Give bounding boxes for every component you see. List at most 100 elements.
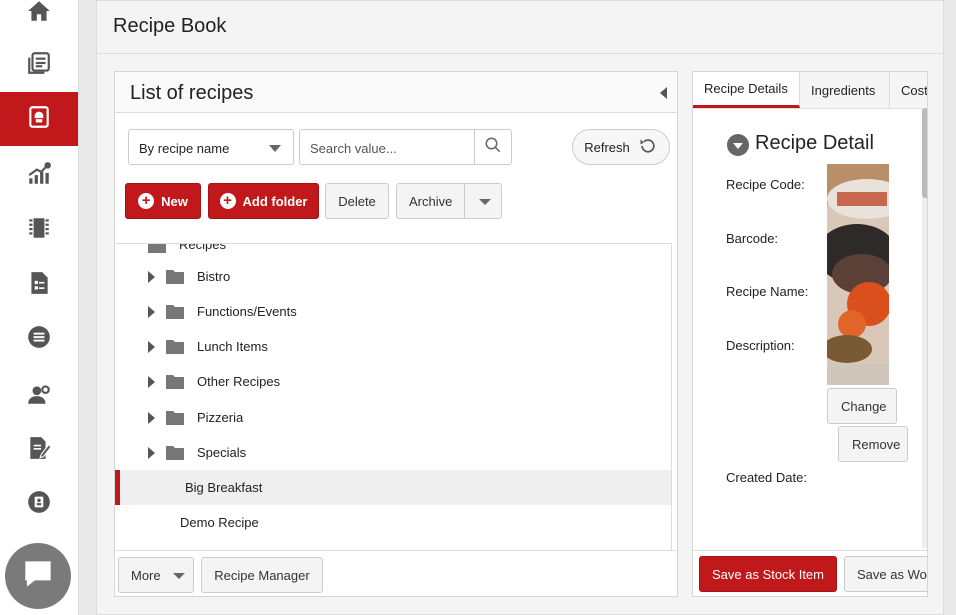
folder-label: Other Recipes [197, 374, 281, 389]
recipe-manager-button[interactable]: Recipe Manager [201, 557, 323, 593]
recipe-demo-recipe[interactable]: Demo Recipe [115, 505, 671, 540]
remove-photo-button[interactable]: Remove [838, 426, 908, 462]
change-label: Change [841, 398, 887, 414]
recipe-detail-title: Recipe Detail [755, 132, 874, 154]
edit-document-icon [26, 435, 52, 466]
collapse-icon[interactable] [660, 87, 667, 99]
more-button[interactable]: More [118, 557, 194, 593]
expand-icon[interactable] [148, 412, 155, 424]
filter-select[interactable]: By recipe name [128, 129, 294, 165]
list-footer: More Recipe Manager [115, 550, 677, 597]
nav-home[interactable] [0, 0, 78, 40]
expand-icon[interactable] [148, 376, 155, 388]
folder-other-recipes[interactable]: Other Recipes [115, 364, 671, 399]
folder-icon [148, 244, 166, 253]
nav-list[interactable] [0, 312, 78, 366]
collapse-section-icon[interactable] [727, 134, 749, 156]
plus-icon: + [219, 193, 236, 209]
nav-document-form[interactable] [0, 258, 78, 312]
tab-label: Cost [901, 82, 928, 98]
detail-tabs: Recipe Details Ingredients Cost [693, 72, 928, 109]
recipe-tree: Recipes Bistro Functions/Events Lunch It… [115, 243, 671, 551]
save-stock-item-button[interactable]: Save as Stock Item [699, 556, 837, 592]
remove-label: Remove [852, 436, 901, 452]
recipe-detail-panel: Recipe Details Ingredients Cost Recipe D… [692, 71, 928, 597]
tab-recipe-details[interactable]: Recipe Details [693, 72, 800, 108]
search-icon [484, 136, 502, 159]
expand-icon[interactable] [148, 447, 155, 459]
film-strip-icon [26, 215, 52, 246]
add-folder-button[interactable]: + Add folder [208, 183, 319, 219]
sidebar [0, 0, 79, 615]
folder-label: Specials [197, 445, 247, 460]
expand-icon[interactable] [148, 271, 155, 283]
folder-icon [166, 375, 184, 389]
folder-icon [166, 340, 184, 354]
delete-label: Delete [338, 193, 376, 209]
archive-button[interactable]: Archive [396, 183, 502, 219]
chevron-down-icon[interactable] [479, 199, 491, 205]
folder-lunch-items[interactable]: Lunch Items [115, 329, 671, 364]
tab-ingredients[interactable]: Ingredients [800, 72, 890, 108]
expand-icon[interactable] [148, 341, 155, 353]
folder-icon [166, 446, 184, 460]
nav-recipe-book[interactable] [0, 92, 78, 146]
folder-label: Pizzeria [197, 410, 244, 425]
plus-icon: + [138, 193, 155, 209]
recipe-code-label: Recipe Code: [726, 177, 805, 192]
folder-pizzeria[interactable]: Pizzeria [115, 400, 671, 435]
new-label: New [161, 193, 188, 209]
tree-root-label: Recipes [179, 243, 226, 252]
tab-cost[interactable]: Cost [890, 72, 928, 108]
chat-bubble-icon [19, 555, 57, 598]
tree-scrollbar[interactable] [671, 243, 672, 550]
folder-bistro[interactable]: Bistro [115, 259, 671, 294]
expand-icon[interactable] [148, 306, 155, 318]
chat-button[interactable] [5, 543, 71, 609]
folder-functions-events[interactable]: Functions/Events [115, 294, 671, 329]
save-work-button[interactable]: Save as Work [844, 556, 927, 592]
document-form-icon [26, 270, 52, 301]
folder-specials[interactable]: Specials [115, 435, 671, 470]
nav-contact[interactable] [0, 477, 78, 531]
nav-chart[interactable] [0, 149, 78, 203]
home-icon [26, 0, 52, 29]
detail-footer: Save as Stock Item Save as Work [693, 550, 927, 596]
refresh-button[interactable]: Refresh [572, 129, 670, 165]
folder-icon [166, 411, 184, 425]
nav-user-settings[interactable] [0, 369, 78, 423]
search-box [299, 129, 512, 165]
recipe-book-icon [26, 104, 52, 135]
search-button[interactable] [474, 130, 511, 164]
main-content: Recipe Book List of recipes By recipe na… [96, 0, 944, 615]
save-stock-label: Save as Stock Item [712, 566, 824, 582]
chart-dollar-icon [26, 161, 52, 192]
barcode-label: Barcode: [726, 231, 779, 246]
nav-film[interactable] [0, 203, 78, 257]
save-work-label: Save as Work [857, 566, 927, 582]
recipe-photo [827, 164, 889, 385]
nav-book-list[interactable] [0, 38, 78, 92]
recipe-big-breakfast[interactable]: Big Breakfast [115, 470, 671, 505]
page-header: Recipe Book [97, 1, 943, 54]
more-label: More [131, 567, 161, 583]
refresh-icon [638, 136, 658, 159]
folder-icon [166, 305, 184, 319]
recipe-list-title: List of recipes [130, 82, 254, 104]
recipe-name-label: Recipe Name: [726, 284, 809, 299]
book-list-icon [26, 50, 52, 81]
detail-scrollbar[interactable] [922, 108, 927, 548]
archive-label: Archive [409, 193, 453, 209]
user-gear-icon [26, 381, 52, 412]
delete-button[interactable]: Delete [325, 183, 389, 219]
search-input[interactable] [308, 140, 472, 157]
nav-edit[interactable] [0, 423, 78, 477]
new-button[interactable]: + New [125, 183, 201, 219]
scrollbar-thumb[interactable] [922, 108, 927, 198]
contact-icon [26, 489, 52, 520]
tab-label: Recipe Details [704, 81, 788, 96]
filter-select-value: By recipe name [139, 141, 230, 156]
recipe-label: Big Breakfast [185, 480, 263, 495]
created-date-label: Created Date: [726, 470, 807, 485]
change-photo-button[interactable]: Change [827, 388, 897, 424]
